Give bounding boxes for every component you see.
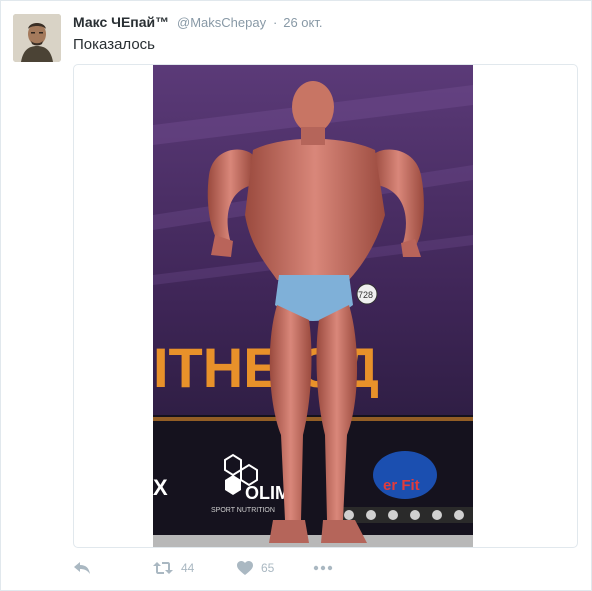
tweet-timestamp[interactable]: 26 окт. bbox=[283, 15, 322, 30]
avatar[interactable] bbox=[13, 14, 61, 62]
tweet-card[interactable]: Макс ЧЕпай™ @MaksChepay · 26 окт. Показа… bbox=[0, 0, 592, 591]
tweet-header: Макс ЧЕпай™ @MaksChepay · 26 окт. bbox=[73, 13, 323, 32]
separator-dot: · bbox=[273, 15, 278, 30]
retweet-count: 44 bbox=[181, 561, 195, 575]
avatar-image bbox=[13, 14, 61, 62]
reply-icon bbox=[74, 562, 90, 574]
fit-logo: er Fit bbox=[373, 451, 437, 499]
tweet-actions: 44 65 bbox=[73, 557, 573, 579]
display-name[interactable]: Макс ЧЕпай™ bbox=[73, 14, 169, 30]
heart-icon bbox=[237, 561, 253, 575]
svg-text:SPORT NUTRITION: SPORT NUTRITION bbox=[211, 507, 275, 514]
svg-text:728: 728 bbox=[358, 290, 373, 300]
retweet-icon bbox=[153, 562, 173, 574]
reply-button[interactable] bbox=[73, 557, 91, 579]
like-button[interactable]: 65 bbox=[237, 557, 274, 579]
svg-text:er Fit: er Fit bbox=[383, 477, 420, 494]
more-button[interactable] bbox=[313, 557, 333, 579]
retweet-button[interactable]: 44 bbox=[153, 557, 194, 579]
bodybuilder-photo: ITHE ОД OLIMP SPORT NUTRITION er Fit X 7… bbox=[153, 65, 473, 547]
user-handle[interactable]: @MaksChepay bbox=[177, 15, 266, 30]
svg-text:X: X bbox=[153, 475, 168, 500]
tweet-text: Показалось bbox=[73, 36, 155, 53]
media-photo[interactable]: ITHE ОД OLIMP SPORT NUTRITION er Fit X 7… bbox=[73, 64, 578, 548]
like-count: 65 bbox=[261, 561, 275, 575]
more-icon bbox=[313, 565, 333, 571]
